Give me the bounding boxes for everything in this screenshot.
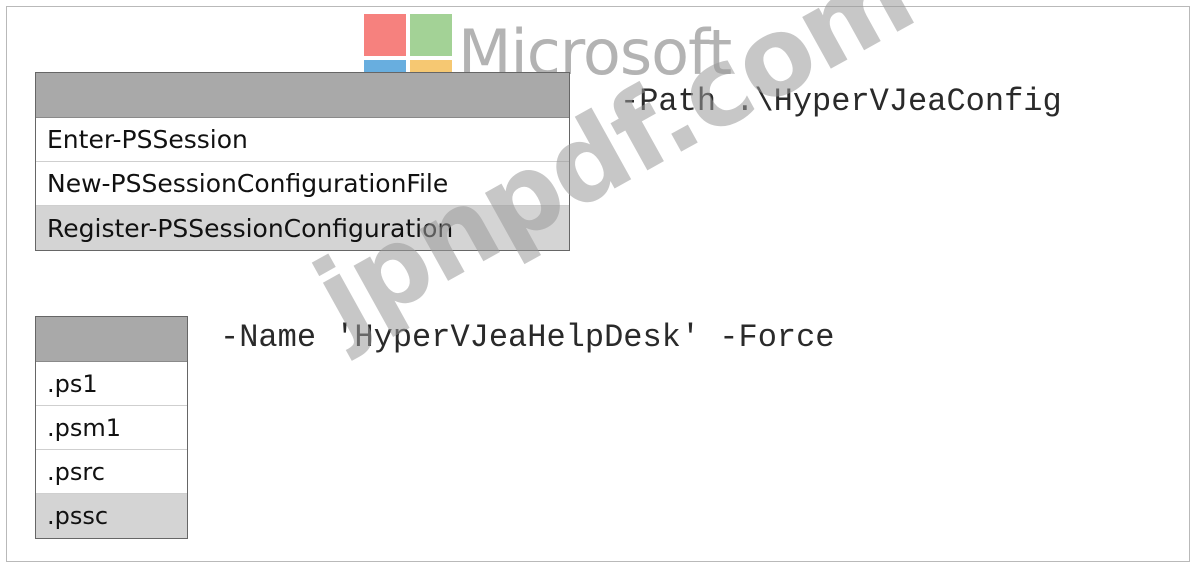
name-parameter-text: -Name 'HyperVJeaHelpDesk' -Force xyxy=(220,319,835,356)
extension-dropdown[interactable]: .ps1 .psm1 .psrc .pssc xyxy=(35,316,188,539)
cmdlet-dropdown-header[interactable] xyxy=(36,73,569,118)
extension-option[interactable]: .psrc xyxy=(36,450,187,494)
extension-dropdown-header[interactable] xyxy=(36,317,187,362)
extension-option[interactable]: .ps1 xyxy=(36,362,187,406)
extension-option-selected[interactable]: .pssc xyxy=(36,494,187,538)
extension-option[interactable]: .psm1 xyxy=(36,406,187,450)
